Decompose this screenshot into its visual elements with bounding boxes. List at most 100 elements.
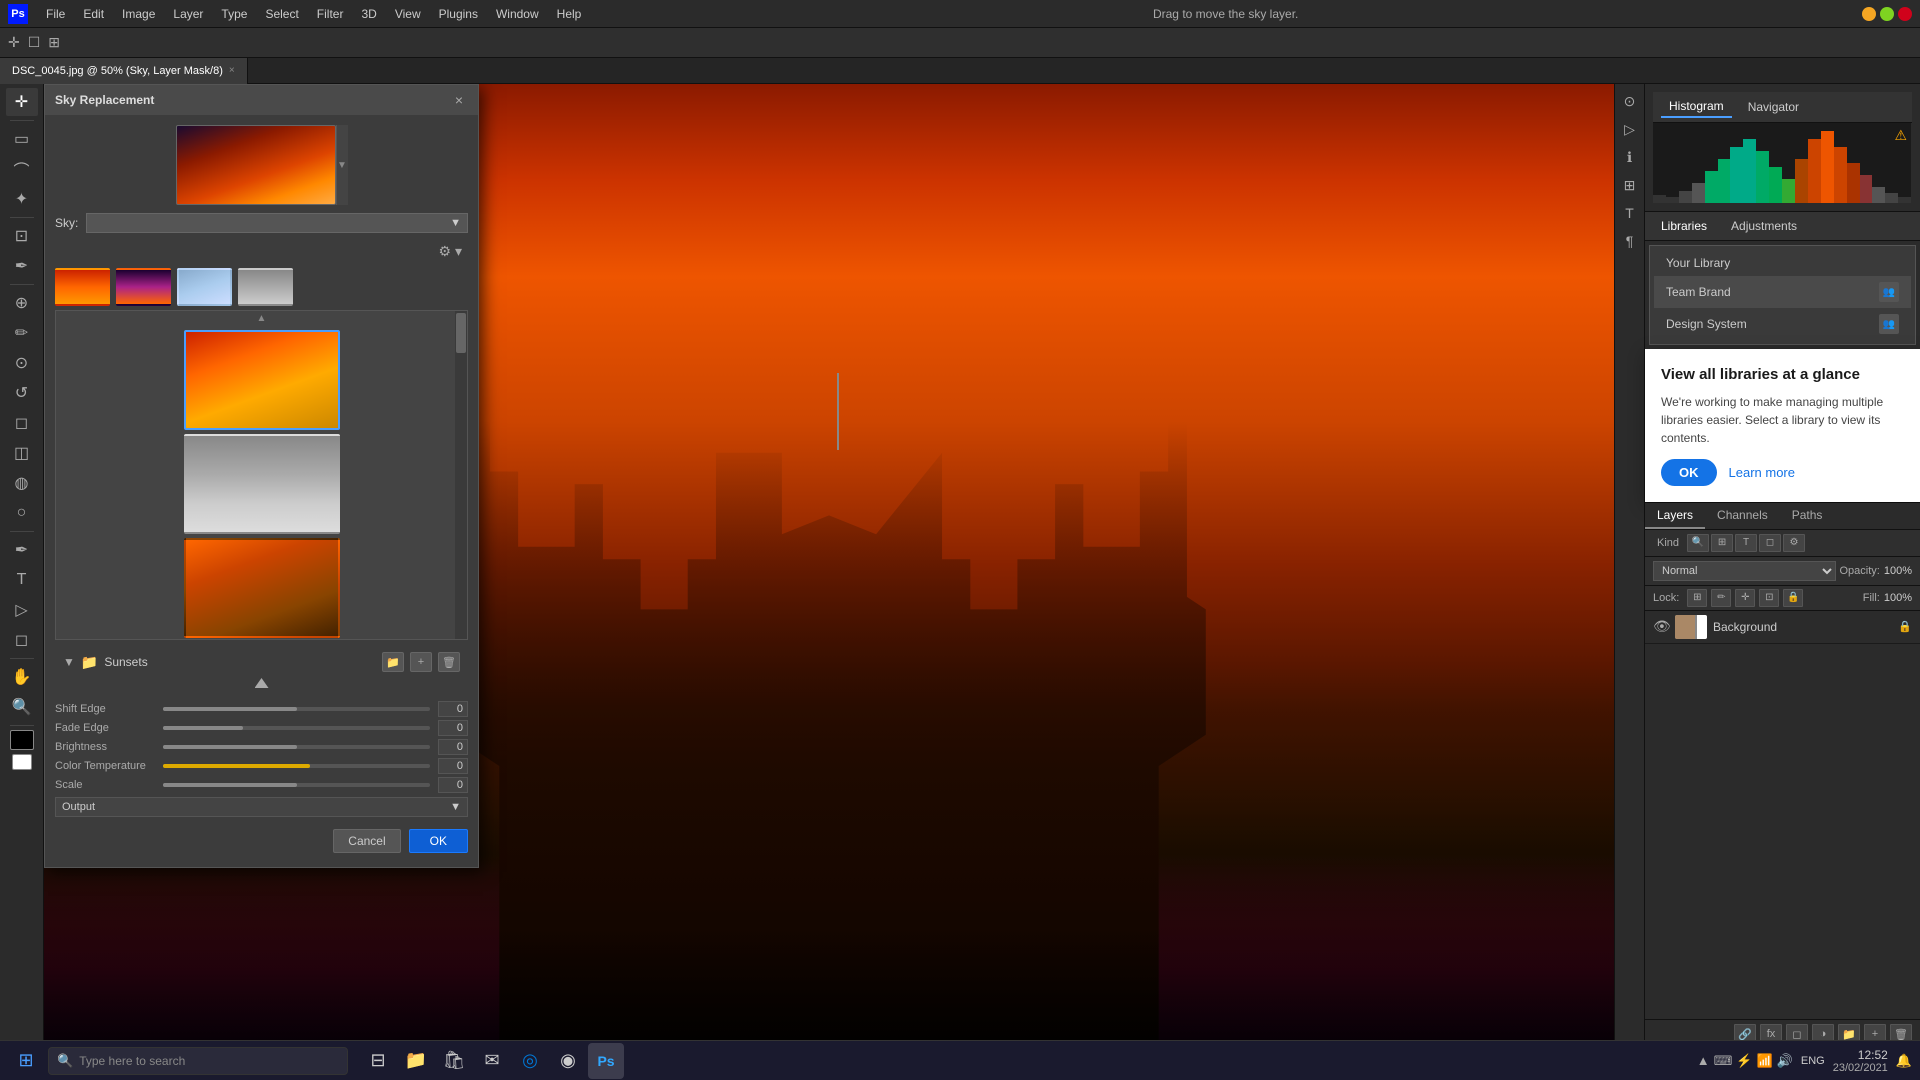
foreground-color[interactable] [10,730,34,750]
info-icon[interactable]: ℹ [1617,144,1643,170]
layer-visibility-eye[interactable]: 👁 [1653,618,1669,635]
move-tool-option[interactable]: ✛ [8,34,20,51]
lock-artboard-button[interactable]: ⊡ [1759,589,1779,607]
library-design-system-share-button[interactable]: 👥 [1879,314,1899,334]
eyedropper-tool[interactable]: ✒ [6,252,38,280]
kind-filter-smart[interactable]: ⚙ [1783,534,1805,552]
taskbar-search-box[interactable]: 🔍 Type here to search [48,1047,348,1075]
action-icon[interactable]: ▷ [1617,116,1643,142]
tray-battery-icon[interactable]: ⚡ [1736,1053,1752,1069]
clone-tool[interactable]: ⊙ [6,349,38,377]
tray-keyboard-icon[interactable]: ⌨ [1714,1053,1733,1069]
zoom-tool[interactable]: 🔍 [6,693,38,721]
library-item-your-library[interactable]: Your Library [1654,250,1911,276]
taskbar-chrome[interactable]: ◉ [550,1043,586,1079]
document-tab-close[interactable]: × [229,65,235,76]
healing-tool[interactable]: ⊕ [6,289,38,317]
sky-preview-scrollbar[interactable]: ▼ [336,125,348,205]
magic-wand-tool[interactable]: ✦ [6,185,38,213]
sky-gear-button[interactable]: ⚙ ▾ [433,241,468,262]
lock-all-button[interactable]: 🔒 [1783,589,1803,607]
menu-filter[interactable]: Filter [309,5,352,23]
libraries-tab[interactable]: Libraries [1653,216,1715,236]
taskbar-edge[interactable]: ◎ [512,1043,548,1079]
slider-fade-edge-track[interactable] [163,726,430,730]
sky-list-scrollbar[interactable] [455,311,467,639]
lock-position-button[interactable]: ✛ [1735,589,1755,607]
sky-folder-add-button[interactable]: + [410,652,432,672]
sky-output-dropdown[interactable]: Output ▼ [55,797,468,817]
minimize-button[interactable] [1862,7,1876,21]
crop-tool[interactable]: ⊡ [6,222,38,250]
menu-3d[interactable]: 3D [353,5,384,23]
slider-brightness-track[interactable] [163,745,430,749]
adjustments-tab[interactable]: Adjustments [1723,216,1805,236]
kind-filter-adjustment[interactable]: ⊞ [1711,534,1733,552]
histogram-tab[interactable]: Histogram [1661,96,1732,118]
sky-folder-collapse-arrow[interactable]: ▼ [63,655,75,669]
lock-transparent-button[interactable]: ⊞ [1687,589,1707,607]
menu-edit[interactable]: Edit [75,5,112,23]
layer-background[interactable]: 👁 Background 🔒 [1645,611,1920,644]
hand-tool[interactable]: ✋ [6,663,38,691]
sky-dropdown-button[interactable]: ▼ [86,213,468,233]
library-team-brand-share-button[interactable]: 👥 [1879,282,1899,302]
sky-dialog-close-button[interactable]: × [450,91,468,109]
start-button[interactable]: ⊞ [8,1043,44,1079]
library-item-design-system[interactable]: Design System 👥 [1654,308,1911,340]
sky-ok-button[interactable]: OK [409,829,468,853]
sky-thumb-4[interactable] [238,268,293,306]
lock-image-button[interactable]: ✏ [1711,589,1731,607]
sky-cancel-button[interactable]: Cancel [333,829,400,853]
sky-folder-delete-button[interactable]: 🗑 [438,652,460,672]
taskbar-language[interactable]: ENG [1801,1055,1825,1067]
paths-tab[interactable]: Paths [1780,503,1835,529]
content-aware-icon[interactable]: ⊞ [1617,172,1643,198]
sky-thumb-2[interactable] [116,268,171,306]
taskbar-photoshop[interactable]: Ps [588,1043,624,1079]
marquee-tool[interactable]: ▭ [6,125,38,153]
sky-list-scroll-thumb[interactable] [456,313,466,353]
tray-up-arrow[interactable]: ▲ [1697,1053,1710,1068]
paragraph-icon[interactable]: ¶ [1617,228,1643,254]
maximize-button[interactable] [1880,7,1894,21]
auto-select-option[interactable]: ☐ [28,34,41,51]
library-item-team-brand[interactable]: Team Brand 👥 [1654,276,1911,308]
menu-type[interactable]: Type [213,5,255,23]
sky-folder-new-folder-button[interactable]: 📁 [382,652,404,672]
sky-list-item-1[interactable] [184,330,340,430]
blend-mode-select[interactable]: Normal [1653,561,1836,581]
gradient-tool[interactable]: ◫ [6,439,38,467]
eraser-tool[interactable]: ◻ [6,409,38,437]
slider-fade-edge-value[interactable]: 0 [438,720,468,736]
library-info-ok-button[interactable]: OK [1661,459,1717,486]
close-button[interactable] [1898,7,1912,21]
taskbar-task-view[interactable]: ⊟ [360,1043,396,1079]
slider-brightness-value[interactable]: 0 [438,739,468,755]
taskbar-explorer[interactable]: 📁 [398,1043,434,1079]
background-color[interactable] [12,754,32,770]
transform-controls-option[interactable]: ⊞ [48,34,60,51]
type-icon[interactable]: T [1617,200,1643,226]
slider-scale-track[interactable] [163,783,430,787]
kind-filter-shape[interactable]: ◻ [1759,534,1781,552]
tray-wifi-icon[interactable]: 📶 [1757,1053,1773,1069]
channels-tab[interactable]: Channels [1705,503,1780,529]
opacity-value[interactable]: 100% [1884,565,1912,577]
blur-tool[interactable]: ◍ [6,469,38,497]
library-info-learn-more-link[interactable]: Learn more [1729,465,1795,480]
sky-thumb-1[interactable] [55,268,110,306]
taskbar-mail[interactable]: ✉ [474,1043,510,1079]
taskbar-store[interactable]: 🛍 [436,1043,472,1079]
menu-view[interactable]: View [387,5,429,23]
slider-color-temperature-value[interactable]: 0 [438,758,468,774]
sky-dialog-title-bar[interactable]: Sky Replacement × [45,85,478,115]
navigator-tab[interactable]: Navigator [1740,97,1807,117]
shape-tool[interactable]: ◻ [6,626,38,654]
dodge-tool[interactable]: ○ [6,499,38,527]
menu-help[interactable]: Help [549,5,590,23]
menu-plugins[interactable]: Plugins [431,5,486,23]
sky-list-scroll[interactable]: ▲ [55,310,468,640]
menu-select[interactable]: Select [257,5,306,23]
taskbar-clock[interactable]: 12:52 23/02/2021 [1833,1048,1888,1074]
